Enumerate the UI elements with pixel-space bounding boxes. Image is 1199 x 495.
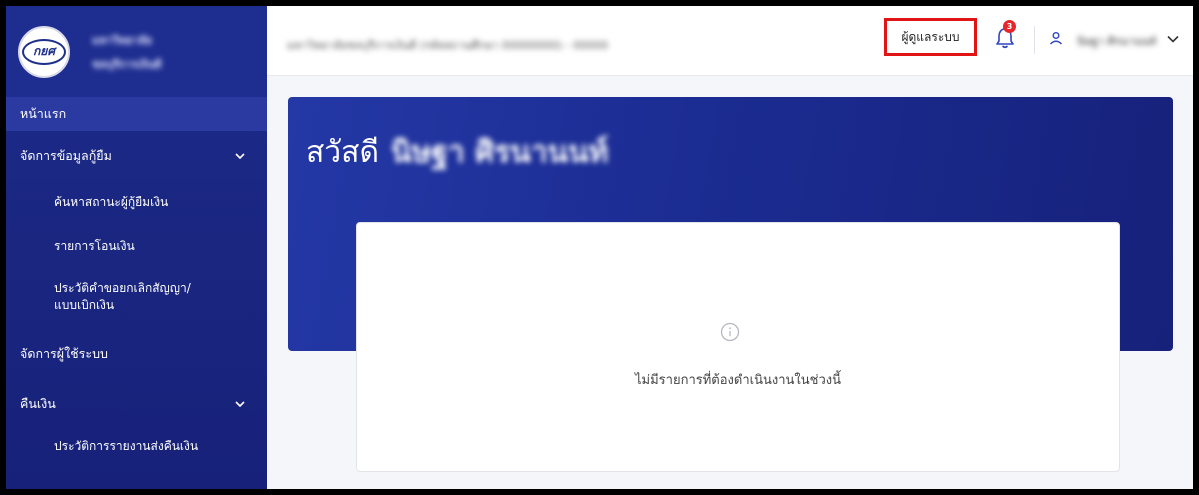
- chevron-down-icon: [235, 399, 245, 409]
- tasks-card: ไม่มีรายการที่ต้องดำเนินงานในช่วงนี้: [356, 222, 1120, 472]
- admin-button[interactable]: ผู้ดูแลระบบ: [884, 18, 977, 56]
- sidebar-item-refund-history[interactable]: ประวัติการรายงานส่งคืนเงิน: [6, 428, 267, 464]
- info-icon: [720, 322, 740, 342]
- brand[interactable]: กยศ มหาวิทยาลัย ชลบุรีการเงินดี: [6, 6, 267, 97]
- logo: กยศ: [18, 25, 70, 78]
- sidebar-item-label: รายการโอนเงิน: [54, 238, 135, 253]
- chevron-down-icon[interactable]: [1167, 34, 1179, 44]
- brand-line-2: ชลบุรีการเงินดี: [92, 57, 162, 71]
- sidebar-item-label: จัดการข้อมูลกู้ยืม: [20, 148, 112, 163]
- sidebar-item-home[interactable]: หน้าแรก: [6, 97, 267, 131]
- brand-line-1: มหาวิทยาลัย: [92, 33, 152, 47]
- divider: [1034, 26, 1035, 54]
- sidebar-item-label: ค้นหาสถานะผู้กู้ยืมเงิน: [54, 194, 169, 209]
- admin-label: ผู้ดูแลระบบ: [901, 29, 960, 44]
- sidebar-item-label: ประวัติการรายงานส่งคืนเงิน: [54, 438, 199, 453]
- org-name: มหาวิทยาลัยชลบุรีการเงินดี (รหัสสถานศึกษ…: [287, 39, 609, 52]
- logo-mark: กยศ: [22, 38, 66, 65]
- sidebar-item-loan-data[interactable]: จัดการข้อมูลกู้ยืม: [6, 136, 267, 176]
- sidebar-item-transfers[interactable]: รายการโอนเงิน: [6, 228, 267, 264]
- empty-state-message: ไม่มีรายการที่ต้องดำเนินงานในช่วงนี้: [635, 373, 841, 388]
- user-display-name: นิษฐา ศิรนานนท์: [390, 135, 609, 170]
- app-frame: กยศ มหาวิทยาลัย ชลบุรีการเงินดี หน้าแรก …: [6, 6, 1193, 489]
- brand-name: มหาวิทยาลัย ชลบุรีการเงินดี: [92, 31, 162, 73]
- sidebar-item-user-management[interactable]: จัดการผู้ใช้ระบบ: [6, 336, 267, 372]
- sidebar-item-label: คืนเงิน: [20, 396, 56, 411]
- welcome-heading: สวัสดี นิษฐา ศิรนานนท์: [306, 129, 608, 176]
- sidebar: กยศ มหาวิทยาลัย ชลบุรีการเงินดี หน้าแรก …: [6, 6, 267, 489]
- user-icon[interactable]: [1049, 31, 1063, 45]
- sidebar-item-cancel-history[interactable]: ประวัติคำขอยกเลิกสัญญา/ แบบเบิกเงิน: [6, 274, 267, 326]
- sidebar-item-label: หน้าแรก: [20, 106, 67, 121]
- sidebar-item-refund[interactable]: คืนเงิน: [6, 384, 267, 424]
- sidebar-item-search-borrower[interactable]: ค้นหาสถานะผู้กู้ยืมเงิน: [6, 184, 267, 220]
- greeting: สวัสดี: [306, 135, 379, 170]
- sidebar-item-label: จัดการผู้ใช้ระบบ: [20, 346, 108, 361]
- sidebar-item-label-line2: แบบเบิกเงิน: [54, 298, 115, 312]
- chevron-down-icon: [235, 151, 245, 161]
- sidebar-item-label: ประวัติคำขอยกเลิกสัญญา/: [54, 281, 191, 295]
- topbar: มหาวิทยาลัยชลบุรีการเงินดี (รหัสสถานศึกษ…: [267, 6, 1193, 76]
- user-name[interactable]: นิษฐา ศิรนานนท์: [1077, 32, 1156, 50]
- notification-badge: 3: [1003, 20, 1016, 33]
